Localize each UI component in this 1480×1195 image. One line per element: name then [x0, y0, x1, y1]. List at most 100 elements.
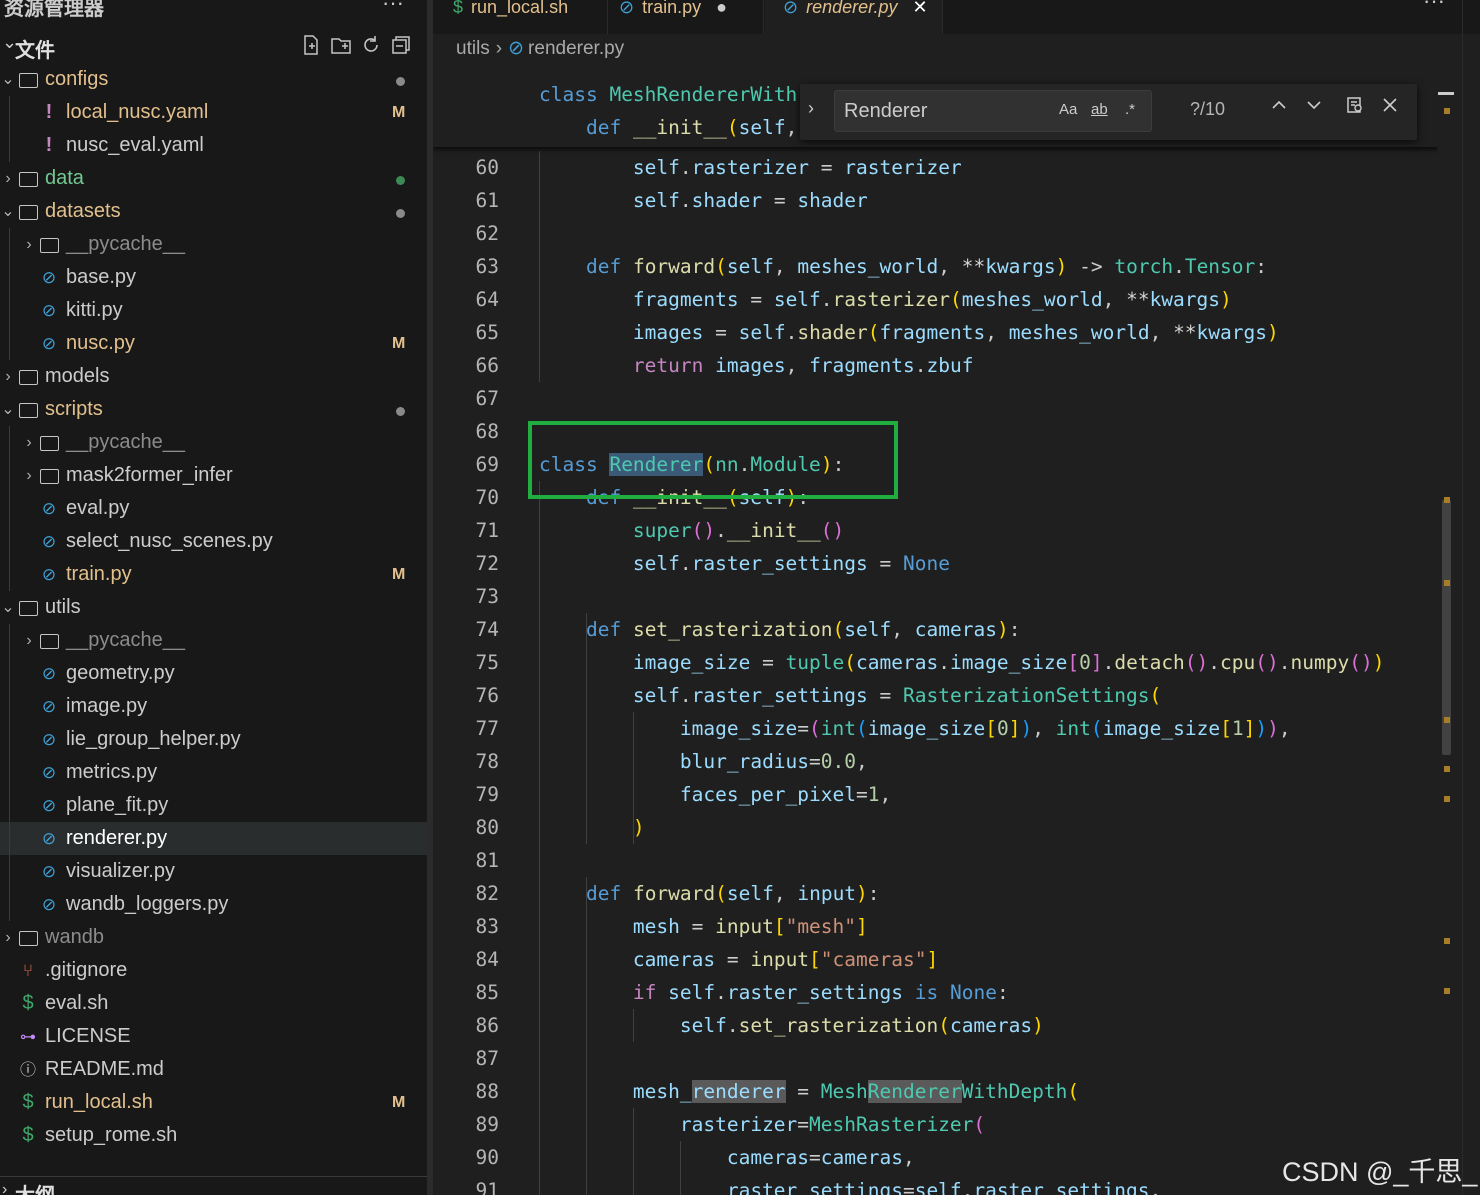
chevron-right-icon: ›	[5, 368, 11, 385]
tree-item[interactable]: ⊘ metrics.py	[0, 756, 427, 789]
code-editor[interactable]: 60 self.rasterizer = rasterizer 61 self.s…	[433, 75, 1438, 1195]
chevron-down-icon: ⌄	[1, 599, 15, 616]
code-line: 66 return images, fragments.zbuf	[433, 349, 1438, 382]
code-line: 81	[433, 844, 1438, 877]
line-number: 80	[475, 816, 499, 839]
tree-item[interactable]: ! nusc_eval.yaml	[0, 129, 427, 162]
next-match-icon[interactable]	[1305, 96, 1323, 119]
tree-item[interactable]: ⊘ geometry.py	[0, 657, 427, 690]
tree-item[interactable]: › models	[0, 360, 427, 393]
tree-item[interactable]: › wandb	[0, 921, 427, 954]
toggle-replace-icon[interactable]: ›	[808, 98, 814, 119]
tree-item[interactable]: ⌄ datasets	[0, 195, 427, 228]
tree-item[interactable]: › __pycache__	[0, 426, 427, 459]
tab-label: run_local.sh	[471, 0, 569, 17]
explorer-more-icon[interactable]: ···	[382, 0, 404, 16]
tree-item[interactable]: ⊘ base.py	[0, 261, 427, 294]
tree-item[interactable]: ⊘ plane_fit.py	[0, 789, 427, 822]
tree-item[interactable]: $ run_local.sh M	[0, 1086, 427, 1119]
python-icon: ⊘	[41, 730, 57, 749]
find-query: Renderer	[844, 100, 928, 122]
tab-label: train.py	[642, 0, 702, 17]
chevron-right-icon: ›	[2, 1181, 8, 1195]
tree-item[interactable]: ⊘ eval.py	[0, 492, 427, 525]
tree-item[interactable]: ! local_nusc.yaml M	[0, 96, 427, 129]
tree-item[interactable]: › mask2former_infer	[0, 459, 427, 492]
tree-item[interactable]: ⌄ configs	[0, 63, 427, 96]
tree-item[interactable]: ⌄ scripts	[0, 393, 427, 426]
refresh-icon[interactable]	[360, 34, 382, 56]
tree-item[interactable]: ⊘ renderer.py	[0, 822, 427, 855]
breadcrumb-file[interactable]: renderer.py	[528, 38, 624, 59]
tree-item[interactable]: ⊘ visualizer.py	[0, 855, 427, 888]
line-number: 68	[475, 420, 499, 443]
tree-item[interactable]: $ setup_rome.sh	[0, 1119, 427, 1152]
shell-icon: $	[22, 1091, 34, 1113]
indent-guide	[633, 1108, 634, 1195]
find-input[interactable]: Renderer Aa ab .*	[834, 90, 1152, 132]
tree-item[interactable]: › __pycache__	[0, 228, 427, 261]
tab-renderer-py[interactable]: ⊘ renderer.py ✕	[765, 0, 943, 34]
tree-item[interactable]: ⊘ select_nusc_scenes.py	[0, 525, 427, 558]
tree-item[interactable]: $ eval.sh	[0, 987, 427, 1020]
tree-item[interactable]: ⓘ README.md	[0, 1053, 427, 1086]
tree-item-label: datasets	[45, 200, 121, 222]
sticky-line[interactable]: def __init__(self,	[539, 111, 797, 144]
tree-item[interactable]: ⊘ nusc.py M	[0, 327, 427, 360]
code-text: images = self.shader(fragments, meshes_w…	[632, 321, 1279, 344]
tree-item[interactable]: ⊘ train.py M	[0, 558, 427, 591]
find-in-selection-icon[interactable]	[1346, 96, 1364, 119]
match-case-toggle[interactable]: Aa	[1059, 101, 1077, 118]
new-folder-icon[interactable]	[330, 34, 352, 56]
code-text: mesh_renderer = MeshRendererWithDepth(	[632, 1080, 1080, 1103]
close-icon[interactable]	[1381, 96, 1399, 119]
folder-icon	[17, 360, 39, 393]
unsaved-dot-icon: ●	[716, 0, 728, 17]
overview-match-mark	[1444, 108, 1450, 114]
line-number: 61	[475, 189, 499, 212]
folder-icon	[38, 228, 60, 261]
explorer-sidebar: 资源管理器 ··· ⌄ 文件 ⌄ configs! local_nusc.yaml M…	[0, 0, 427, 1195]
status-dot	[396, 209, 405, 218]
tree-item[interactable]: ⊶ LICENSE	[0, 1020, 427, 1053]
code-line: 88 mesh_renderer = MeshRendererWithDepth…	[433, 1075, 1438, 1108]
tree-item-label: visualizer.py	[66, 860, 175, 882]
folder-icon	[38, 426, 60, 459]
code-line: 79 faces_per_pixel=1,	[433, 778, 1438, 811]
code-line: 62	[433, 217, 1438, 250]
tree-item[interactable]: › data	[0, 162, 427, 195]
tab-run-local-sh[interactable]: $ run_local.sh	[433, 0, 608, 34]
code-text: rasterizer=MeshRasterizer(	[679, 1113, 986, 1136]
folder-open-icon	[17, 393, 39, 426]
line-number: 60	[475, 156, 499, 179]
python-icon: ⊘	[41, 862, 57, 881]
regex-toggle[interactable]: .*	[1125, 101, 1135, 118]
tree-item-label: wandb	[45, 926, 104, 948]
line-number: 84	[475, 948, 499, 971]
collapse-all-icon[interactable]	[390, 34, 412, 56]
tab-train-py[interactable]: ⊘ train.py ●	[609, 0, 764, 34]
explorer-section-header[interactable]: ⌄ 文件	[0, 30, 427, 64]
tree-item[interactable]: ⌄ utils	[0, 591, 427, 624]
new-file-icon[interactable]	[300, 34, 322, 56]
close-icon[interactable]: ✕	[913, 0, 928, 17]
breadcrumb-folder[interactable]: utils	[456, 38, 490, 59]
tree-item[interactable]: › __pycache__	[0, 624, 427, 657]
tree-item[interactable]: ⊘ lie_group_helper.py	[0, 723, 427, 756]
code-line: 84 cameras = input["cameras"]	[433, 943, 1438, 976]
code-text: faces_per_pixel=1,	[679, 783, 892, 806]
line-number: 79	[475, 783, 499, 806]
tree-item[interactable]: ⊘ wandb_loggers.py	[0, 888, 427, 921]
tree-item[interactable]: ⊘ image.py	[0, 690, 427, 723]
tree-item-label: plane_fit.py	[66, 794, 169, 816]
outline-section-header[interactable]: › 大纲	[0, 1176, 427, 1195]
editor-actions-more-icon[interactable]: ···	[1423, 0, 1445, 14]
match-whole-word-toggle[interactable]: ab	[1091, 101, 1108, 118]
indent-guide	[633, 712, 634, 844]
tree-item-label: data	[45, 167, 84, 189]
code-line: 89 rasterizer=MeshRasterizer(	[433, 1108, 1438, 1141]
sticky-line[interactable]: class MeshRendererWith	[539, 78, 797, 111]
previous-match-icon[interactable]	[1270, 96, 1288, 119]
tree-item[interactable]: ⑂ .gitignore	[0, 954, 427, 987]
tree-item[interactable]: ⊘ kitti.py	[0, 294, 427, 327]
